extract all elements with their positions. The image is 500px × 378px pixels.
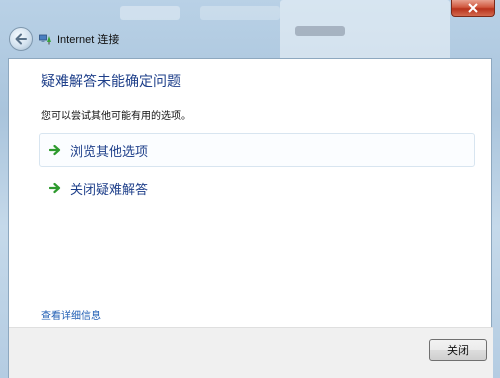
option-label: 浏览其他选项 [70, 144, 149, 160]
window-close-button[interactable] [451, 0, 495, 17]
option-close-troubleshooter[interactable]: 关闭疑难解答 [39, 171, 475, 205]
dialog-content: 疑难解答未能确定问题 您可以尝试其他可能有用的选项。 浏览其他选项 关闭疑难解答… [8, 58, 493, 378]
back-arrow-icon [15, 33, 27, 45]
background-blur [200, 6, 280, 20]
window-frame: Internet 连接 疑难解答未能确定问题 您可以尝试其他可能有用的选项。 浏… [0, 0, 500, 378]
network-icon [39, 34, 51, 45]
window-title: Internet 连接 [57, 34, 120, 46]
button-bar [9, 327, 493, 378]
instruction-text: 您可以尝试其他可能有用的选项。 [41, 111, 191, 122]
close-button[interactable]: 关闭 [429, 339, 487, 361]
page-title: 疑难解答未能确定问题 [41, 74, 181, 90]
green-arrow-icon [49, 144, 61, 156]
back-button[interactable] [9, 27, 33, 51]
close-icon [468, 3, 478, 13]
option-label: 关闭疑难解答 [70, 182, 149, 198]
background-blur [120, 6, 180, 20]
background-blur [295, 26, 345, 36]
option-browse-other[interactable]: 浏览其他选项 [39, 133, 475, 167]
view-details-link[interactable]: 查看详细信息 [41, 307, 101, 322]
green-arrow-icon [49, 182, 61, 194]
